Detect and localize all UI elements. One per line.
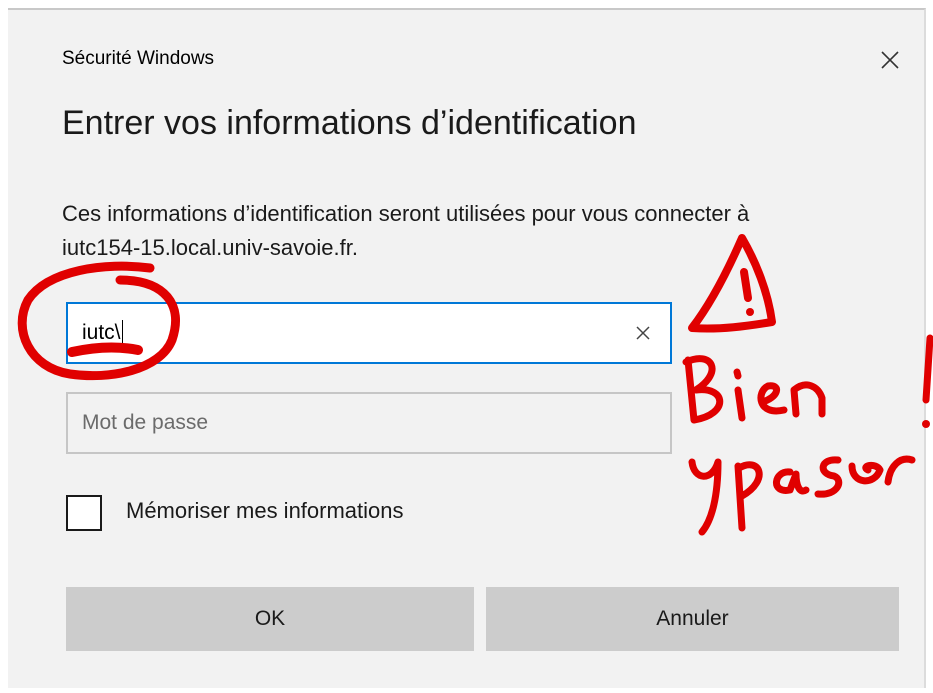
clear-username-button[interactable]	[630, 320, 656, 346]
credentials-dialog: Sécurité Windows Entrer vos informations…	[8, 8, 926, 688]
exclamation-mark	[922, 334, 933, 404]
close-button[interactable]	[870, 40, 910, 80]
ok-button[interactable]: OK	[66, 587, 474, 651]
clear-icon	[636, 326, 650, 340]
remember-checkbox[interactable]	[66, 495, 102, 531]
window-title: Sécurité Windows	[62, 48, 215, 69]
username-field[interactable]: iutc\	[66, 302, 672, 364]
username-value: iutc\	[82, 321, 121, 344]
dialog-description: Ces informations d’identification seront…	[62, 201, 750, 260]
close-icon	[881, 51, 899, 69]
remember-label[interactable]: Mémoriser mes informations	[126, 498, 404, 524]
password-field[interactable]: Mot de passe	[66, 392, 672, 454]
text-caret	[121, 320, 124, 346]
password-placeholder: Mot de passe	[82, 411, 209, 434]
cancel-button[interactable]: Annuler	[486, 587, 899, 651]
dialog-heading: Entrer vos informations d’identification	[62, 104, 637, 142]
